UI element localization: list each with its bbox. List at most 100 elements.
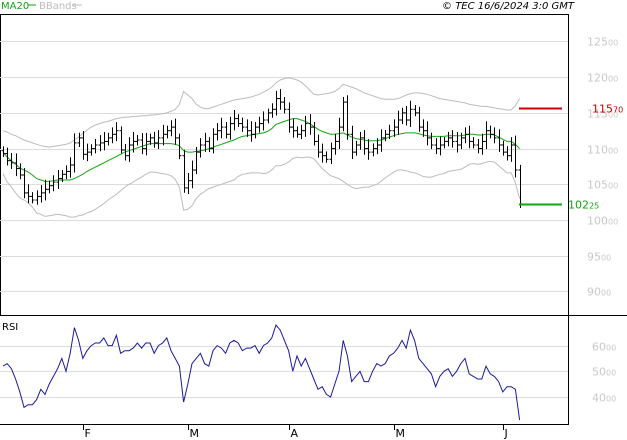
price-bar bbox=[396, 110, 401, 135]
price-bar bbox=[68, 157, 73, 178]
price-bar bbox=[345, 95, 350, 140]
price-bar bbox=[182, 149, 187, 193]
price-bar bbox=[110, 127, 115, 144]
price-bar bbox=[316, 134, 321, 158]
price-bar bbox=[215, 123, 220, 141]
price-bar bbox=[350, 125, 355, 159]
price-bar bbox=[152, 131, 157, 148]
rsi-line bbox=[2, 323, 521, 421]
bollinger-bands bbox=[2, 77, 521, 218]
price-bar bbox=[341, 97, 346, 132]
price-bar bbox=[404, 106, 409, 126]
price-bar bbox=[64, 165, 69, 180]
price-bar bbox=[9, 153, 14, 169]
price-bar bbox=[169, 120, 174, 137]
price-bar bbox=[513, 135, 518, 178]
price-bars bbox=[1, 89, 523, 208]
price-y-tick: 10500 bbox=[587, 179, 618, 192]
price-bar bbox=[85, 143, 90, 162]
price-bar bbox=[362, 130, 367, 155]
price-bar bbox=[140, 133, 145, 155]
price-bar bbox=[417, 106, 422, 132]
x-tick-label: J bbox=[504, 427, 508, 440]
price-bar bbox=[186, 173, 191, 194]
price-bar bbox=[383, 130, 388, 142]
price-bar bbox=[39, 185, 44, 203]
price-bar bbox=[224, 122, 229, 139]
price-bar bbox=[308, 114, 313, 135]
price-bar bbox=[18, 163, 23, 180]
price-bar bbox=[26, 184, 31, 204]
price-bar bbox=[497, 129, 502, 152]
x-axis-labels: FMAMJ bbox=[83, 424, 508, 440]
price-bar bbox=[291, 118, 296, 138]
price-bar bbox=[471, 137, 476, 149]
rsi-y-tick: 6000 bbox=[592, 341, 616, 354]
price-bar bbox=[505, 146, 510, 161]
x-tick-label: M bbox=[396, 427, 406, 440]
legend-ma20: MA20 bbox=[1, 1, 29, 12]
price-y-tick: 9500 bbox=[587, 251, 611, 264]
price-y-tick: 12000 bbox=[587, 72, 618, 85]
price-bar bbox=[329, 142, 334, 165]
rsi-series bbox=[2, 323, 521, 421]
price-bar bbox=[429, 132, 434, 150]
price-bar bbox=[93, 139, 98, 154]
x-tick-label: A bbox=[291, 427, 299, 440]
price-bar bbox=[102, 132, 107, 151]
price-y-tick: 12500 bbox=[587, 36, 618, 49]
price-bar bbox=[266, 108, 271, 124]
price-bar bbox=[274, 90, 279, 116]
price-bar bbox=[434, 138, 439, 155]
price-y-tick: 10000 bbox=[587, 215, 618, 228]
price-bar bbox=[156, 130, 161, 149]
price-y-tick: 9000 bbox=[587, 286, 611, 299]
price-bar bbox=[51, 175, 56, 192]
price-bar bbox=[446, 131, 451, 147]
price-bar bbox=[177, 133, 182, 160]
price-bar bbox=[354, 140, 359, 156]
price-bar bbox=[253, 122, 258, 139]
rsi-y-tick: 4000 bbox=[592, 392, 616, 405]
price-bar bbox=[236, 114, 241, 127]
price-bar bbox=[219, 117, 224, 139]
price-bar bbox=[442, 137, 447, 149]
price-bar bbox=[245, 119, 250, 137]
price-bar bbox=[270, 103, 275, 118]
x-tick-label: F bbox=[85, 427, 91, 440]
price-bar bbox=[501, 140, 506, 156]
price-bar bbox=[35, 190, 40, 205]
price-bar bbox=[450, 130, 455, 148]
price-bar bbox=[81, 131, 86, 160]
price-bar bbox=[488, 125, 493, 139]
price-y-tick-labels: 12500120001150011000105001000095009000 bbox=[587, 36, 618, 299]
price-bar bbox=[476, 139, 481, 154]
price-bar bbox=[257, 116, 262, 133]
rsi-panel-label: RSI bbox=[2, 322, 18, 333]
price-bar bbox=[106, 132, 111, 146]
price-bar bbox=[400, 107, 405, 125]
price-bar bbox=[165, 125, 170, 139]
price-bar bbox=[467, 125, 472, 149]
price-bar bbox=[198, 138, 203, 158]
price-bar bbox=[303, 115, 308, 137]
legend-bbands: BBands bbox=[39, 1, 77, 12]
price-bar bbox=[518, 164, 523, 208]
price-bar bbox=[333, 133, 338, 155]
price-bar bbox=[320, 143, 325, 163]
price-bar bbox=[114, 122, 119, 142]
price-bar bbox=[47, 180, 52, 194]
target-label-high: 11570 bbox=[592, 103, 623, 116]
price-bar bbox=[392, 119, 397, 137]
price-bar bbox=[480, 133, 485, 155]
price-bar bbox=[22, 168, 27, 199]
price-bar bbox=[249, 121, 254, 142]
rsi-y-tick: 5000 bbox=[592, 366, 616, 379]
price-bar bbox=[484, 121, 489, 149]
price-bar bbox=[282, 97, 287, 114]
bband-lower-line bbox=[2, 156, 521, 218]
price-bar bbox=[43, 179, 48, 201]
price-bar bbox=[261, 111, 266, 131]
price-bar bbox=[173, 118, 178, 145]
rsi-y-tick-labels: 6000 5000 4000 bbox=[592, 341, 616, 405]
